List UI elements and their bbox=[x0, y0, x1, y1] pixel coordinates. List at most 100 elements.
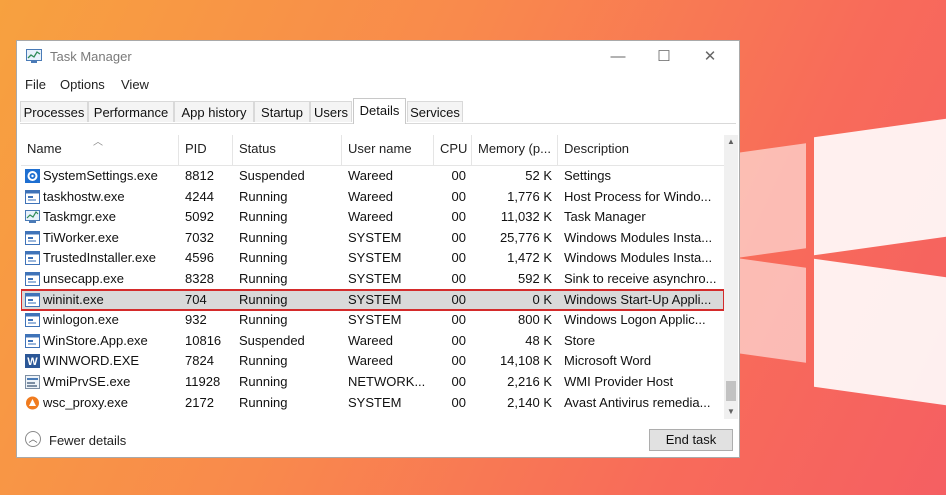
table-row[interactable]: unsecapp.exe 8328 Running SYSTEM 00 592 K Sink… bbox=[21, 269, 724, 290]
cell-user: SYSTEM bbox=[348, 291, 402, 307]
cell-pid: 8812 bbox=[185, 168, 214, 183]
table-row[interactable]: TiWorker.exe 7032 Running SYSTEM 00 25,776 K W… bbox=[21, 228, 724, 249]
cell-cpu: 00 bbox=[451, 394, 466, 410]
tab-bar: Processes Performance App history Startu… bbox=[20, 98, 736, 124]
cell-memory: 48 K bbox=[525, 332, 552, 348]
column-header-user[interactable]: User name bbox=[342, 135, 434, 165]
cell-name: wsc_proxy.exe bbox=[21, 393, 179, 414]
cell-name: unsecapp.exe bbox=[21, 269, 179, 290]
cell-memory: 2,140 K bbox=[507, 394, 552, 410]
table-row-selected[interactable]: wininit.exe 704 Running SYSTEM 00 0 K Windows … bbox=[21, 288, 724, 312]
fewer-details-link[interactable]: Fewer details bbox=[49, 433, 126, 448]
column-header-description[interactable]: Description bbox=[558, 135, 724, 165]
cell-description: Windows Modules Insta... bbox=[564, 250, 713, 266]
table-row[interactable]: TrustedInstaller.exe 4596 Running SYSTEM 00 1… bbox=[21, 248, 724, 269]
table-row[interactable]: SystemSettings.exe 8812 Suspended Wareed 00 5… bbox=[21, 166, 724, 187]
title-bar[interactable]: Task Manager — ☐ ✕ bbox=[17, 41, 739, 73]
process-name: taskhostw.exe bbox=[43, 188, 125, 204]
chevron-up-icon[interactable]: ︿ bbox=[25, 431, 41, 447]
vertical-scrollbar[interactable]: ▲ ▼ bbox=[724, 135, 738, 419]
task-manager-app-icon bbox=[26, 49, 42, 63]
minimize-button[interactable]: — bbox=[595, 45, 641, 69]
cell-description: Store bbox=[564, 332, 596, 348]
process-name: TiWorker.exe bbox=[43, 229, 119, 245]
cell-cpu: 00 bbox=[451, 209, 466, 225]
task-manager-window: Task Manager — ☐ ✕ File Options View Pro… bbox=[16, 40, 740, 458]
cell-memory: 2,216 K bbox=[507, 374, 552, 389]
table-row[interactable]: winlogon.exe 932 Running SYSTEM 00 800 K Windo… bbox=[21, 310, 724, 331]
cell-cpu: 00 bbox=[451, 250, 466, 266]
tab-details[interactable]: Details bbox=[353, 98, 406, 124]
scroll-up-arrow-icon[interactable]: ▲ bbox=[724, 135, 738, 149]
table-row[interactable]: WmiPrvSE.exe 11928 Running NETWORK... 00 2,21… bbox=[21, 372, 724, 393]
cell-name: wininit.exe bbox=[21, 290, 179, 311]
cell-memory: 0 K bbox=[532, 291, 552, 307]
cell-cpu: 00 bbox=[451, 229, 466, 245]
cell-status: Running bbox=[239, 271, 288, 286]
close-button[interactable]: ✕ bbox=[687, 45, 733, 69]
cell-user: NETWORK... bbox=[348, 374, 426, 389]
cell-pid: 10816 bbox=[185, 332, 222, 348]
cell-user: Wareed bbox=[348, 168, 394, 183]
tab-performance[interactable]: Performance bbox=[88, 101, 174, 122]
cell-description: Sink to receive asynchro... bbox=[564, 271, 717, 286]
table-row[interactable]: wsc_proxy.exe 2172 Running SYSTEM 00 2,140 K A… bbox=[21, 393, 724, 414]
svg-text:W: W bbox=[27, 356, 38, 368]
cell-status: Suspended bbox=[239, 332, 305, 348]
cell-name: winlogon.exe bbox=[21, 310, 179, 331]
window-title: Task Manager bbox=[50, 49, 132, 64]
cell-memory: 52 K bbox=[525, 168, 552, 183]
process-name: unsecapp.exe bbox=[43, 271, 124, 286]
cell-status: Running bbox=[239, 250, 288, 266]
tab-startup[interactable]: Startup bbox=[254, 101, 310, 122]
column-header-memory[interactable]: Memory (p... bbox=[472, 135, 558, 165]
table-row[interactable]: Taskmgr.exe 5092 Running Wareed 00 11,032 K Ta… bbox=[21, 207, 724, 228]
cell-pid: 932 bbox=[185, 312, 207, 328]
tab-processes[interactable]: Processes bbox=[20, 101, 88, 122]
cell-user: SYSTEM bbox=[348, 271, 402, 286]
cell-cpu: 00 bbox=[451, 188, 466, 204]
scroll-down-arrow-icon[interactable]: ▼ bbox=[724, 405, 738, 419]
menu-view[interactable]: View bbox=[121, 77, 149, 92]
cell-pid: 4244 bbox=[185, 188, 214, 204]
cell-memory: 592 K bbox=[518, 271, 552, 286]
cell-pid: 7032 bbox=[185, 229, 214, 245]
cell-name: WmiPrvSE.exe bbox=[21, 372, 179, 393]
cell-status: Running bbox=[239, 209, 288, 225]
cell-name: TiWorker.exe bbox=[21, 228, 179, 249]
menu-options[interactable]: Options bbox=[60, 77, 105, 92]
cell-status: Running bbox=[239, 229, 288, 245]
cell-user: SYSTEM bbox=[348, 229, 402, 245]
scrollbar-thumb[interactable] bbox=[726, 381, 736, 401]
cell-pid: 4596 bbox=[185, 250, 214, 266]
table-row[interactable]: W WINWORD.EXE 7824 Running Wareed 00 14,108 K M… bbox=[21, 351, 724, 372]
process-name: Taskmgr.exe bbox=[43, 209, 116, 225]
table-row[interactable]: taskhostw.exe 4244 Running Wareed 00 1,776 K H… bbox=[21, 187, 724, 208]
maximize-button[interactable]: ☐ bbox=[641, 45, 687, 69]
tab-users[interactable]: Users bbox=[310, 101, 352, 122]
process-table: Name PID Status User name CPU Memory (p.… bbox=[21, 135, 724, 419]
cell-pid: 2172 bbox=[185, 394, 214, 410]
end-task-button[interactable]: End task bbox=[649, 429, 733, 451]
process-name: wsc_proxy.exe bbox=[43, 394, 129, 410]
cell-name: WinStore.App.exe bbox=[21, 331, 179, 352]
tab-app-history[interactable]: App history bbox=[174, 101, 254, 122]
process-name: wininit.exe bbox=[43, 291, 104, 307]
cell-status: Running bbox=[239, 353, 288, 369]
tab-services[interactable]: Services bbox=[407, 101, 463, 122]
cell-description: Settings bbox=[564, 168, 611, 183]
menu-file[interactable]: File bbox=[25, 77, 46, 92]
cell-cpu: 00 bbox=[451, 271, 466, 286]
cell-memory: 14,108 K bbox=[499, 353, 552, 369]
column-header-pid[interactable]: PID bbox=[179, 135, 233, 165]
table-row[interactable]: WinStore.App.exe 10816 Suspended Wareed 00 48… bbox=[21, 331, 724, 352]
cell-user: SYSTEM bbox=[348, 312, 402, 328]
process-name: SystemSettings.exe bbox=[43, 168, 158, 183]
column-header-status[interactable]: Status bbox=[233, 135, 342, 165]
cell-cpu: 00 bbox=[451, 168, 466, 183]
footer-bar: ︿ Fewer details End task bbox=[17, 419, 739, 459]
cell-cpu: 00 bbox=[451, 353, 466, 369]
cell-cpu: 00 bbox=[451, 374, 466, 389]
cell-description: Windows Modules Insta... bbox=[564, 229, 713, 245]
column-header-cpu[interactable]: CPU bbox=[434, 135, 472, 165]
